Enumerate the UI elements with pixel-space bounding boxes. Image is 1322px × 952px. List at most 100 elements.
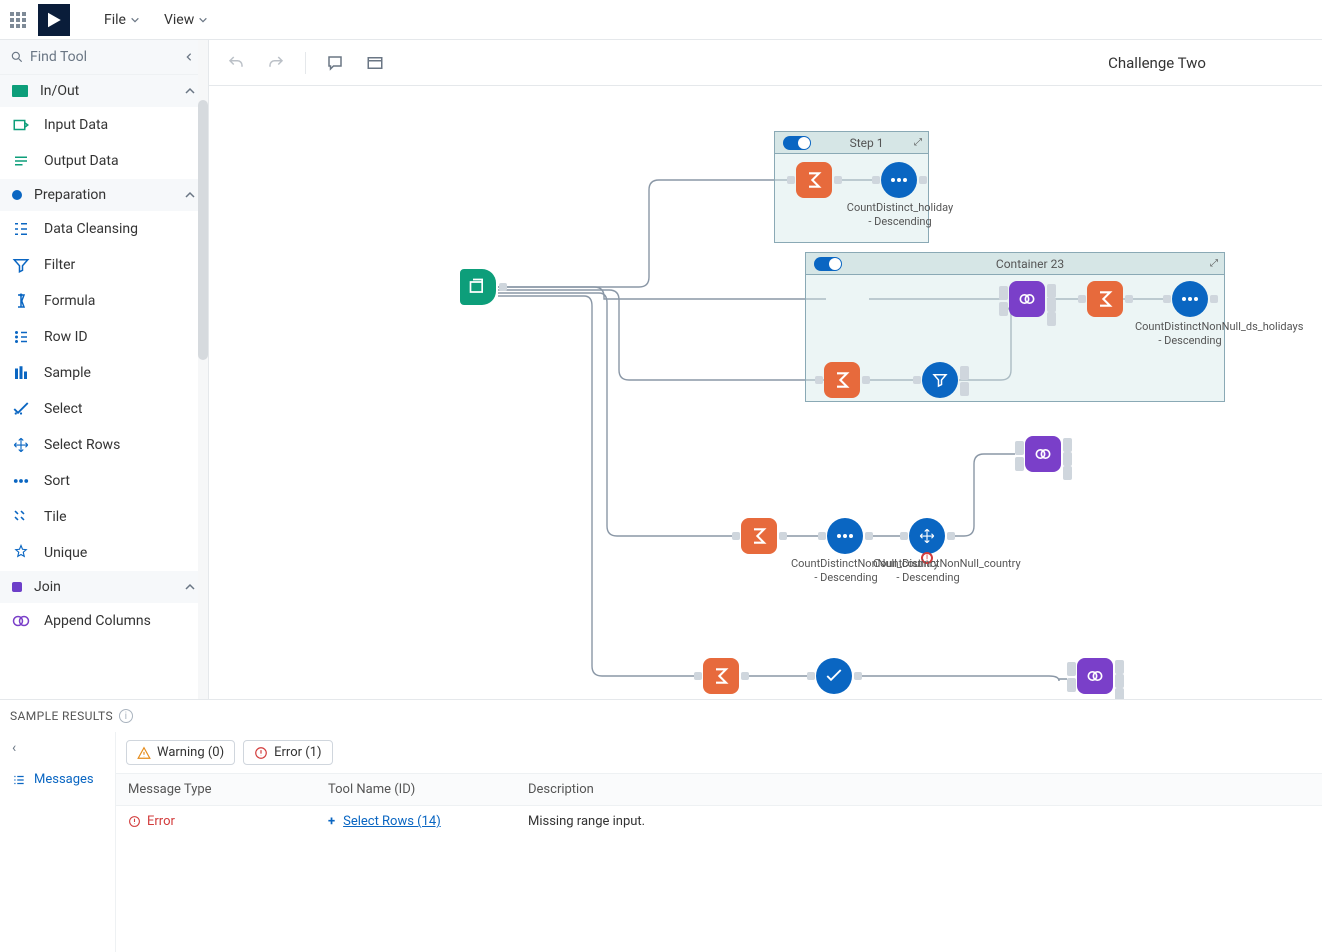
anchor-in[interactable]	[1067, 662, 1076, 676]
tool-select-rows[interactable]: Select Rows	[0, 427, 208, 463]
anchor-out[interactable]	[1115, 660, 1124, 674]
anchor-out[interactable]	[1047, 284, 1056, 298]
anchor-out[interactable]	[1063, 452, 1072, 466]
node-join[interactable]	[1025, 436, 1061, 472]
anchor-in[interactable]	[913, 376, 921, 384]
anchor-out[interactable]	[854, 672, 862, 680]
error-chip-label: Error (1)	[274, 745, 321, 760]
messages-tab[interactable]: Messages	[6, 766, 109, 793]
tool-select[interactable]: Select	[0, 391, 208, 427]
anchor-in[interactable]	[787, 176, 795, 184]
anchor-out[interactable]	[865, 532, 873, 540]
anchor-in[interactable]	[1015, 457, 1024, 471]
anchor-out[interactable]	[779, 532, 787, 540]
tool-input-data[interactable]: Input Data	[0, 107, 208, 143]
dot-icon	[12, 190, 22, 200]
anchor-out[interactable]	[834, 176, 842, 184]
node-sort[interactable]	[827, 518, 863, 554]
anchor-out[interactable]	[1063, 466, 1072, 480]
anchor-out[interactable]	[1063, 438, 1072, 452]
tool-sample[interactable]: Sample	[0, 355, 208, 391]
node-join[interactable]	[1077, 658, 1113, 694]
scrollbar-thumb[interactable]	[198, 100, 208, 360]
node-label: CountDistinct_holiday - Descending	[845, 201, 955, 229]
category-in-out[interactable]: In/Out	[0, 75, 208, 107]
anchor-out[interactable]	[960, 382, 969, 396]
tool-unique[interactable]: Unique	[0, 535, 208, 571]
tool-output-data[interactable]: Output Data	[0, 143, 208, 179]
anchor-in[interactable]	[872, 176, 880, 184]
anchor-in[interactable]	[694, 672, 702, 680]
anchor-out[interactable]	[741, 672, 749, 680]
anchor-in[interactable]	[807, 672, 815, 680]
node-join[interactable]	[1009, 281, 1045, 317]
anchor-out[interactable]	[1115, 674, 1124, 688]
workflow-canvas[interactable]: Step 1 ⤢ CountDistinct_holiday - Descend…	[209, 86, 1322, 699]
anchor-in[interactable]	[900, 532, 908, 540]
node-filter[interactable]	[922, 362, 958, 398]
anchor-out[interactable]	[1115, 688, 1124, 699]
anchor-out[interactable]	[960, 366, 969, 380]
node-select-rows[interactable]	[909, 518, 945, 554]
anchor-out[interactable]	[1047, 298, 1056, 312]
anchor-in[interactable]	[1163, 295, 1171, 303]
tool-row-id[interactable]: Row ID	[0, 319, 208, 355]
anchor-in[interactable]	[1078, 295, 1086, 303]
container-toggle[interactable]	[814, 257, 842, 271]
anchor-out[interactable]	[919, 176, 927, 184]
warning-chip[interactable]: Warning (0)	[126, 740, 235, 765]
message-tool-link[interactable]: Select Rows (14)	[343, 814, 441, 829]
info-icon[interactable]: i	[119, 709, 133, 723]
collapse-icon[interactable]: ⤢	[914, 137, 922, 148]
error-chip[interactable]: Error (1)	[243, 740, 332, 765]
category-join[interactable]: Join	[0, 571, 208, 603]
anchor-in[interactable]	[1015, 441, 1024, 455]
anchor-in[interactable]	[999, 286, 1008, 300]
menu-view[interactable]: View	[156, 6, 216, 34]
app-logo[interactable]	[38, 4, 70, 36]
tool-formula[interactable]: Formula	[0, 283, 208, 319]
anchor-in[interactable]	[815, 376, 823, 384]
tool-filter[interactable]: Filter	[0, 247, 208, 283]
anchor-out[interactable]	[1125, 295, 1133, 303]
anchor-in[interactable]	[999, 302, 1008, 316]
anchor-in[interactable]	[732, 532, 740, 540]
expand-icon[interactable]: +	[328, 814, 335, 829]
collapse-sidebar-button[interactable]	[180, 48, 198, 66]
results-collapse-button[interactable]: ‹	[6, 740, 22, 756]
node-select[interactable]	[816, 658, 852, 694]
anchor-out[interactable]	[499, 283, 507, 291]
find-tool-input[interactable]: Find Tool	[10, 49, 172, 65]
node-summarize[interactable]	[703, 658, 739, 694]
menu-file[interactable]: File	[96, 6, 148, 34]
tool-label: Tile	[44, 509, 67, 525]
tool-append-columns[interactable]: Append Columns	[0, 603, 208, 639]
anchor-in[interactable]	[1067, 678, 1076, 692]
anchor-out[interactable]	[1047, 312, 1056, 326]
container-button[interactable]	[364, 52, 386, 74]
tool-data-cleansing[interactable]: Data Cleansing	[0, 211, 208, 247]
col-description: Description	[528, 782, 1310, 797]
anchor-out[interactable]	[1210, 295, 1218, 303]
node-summarize[interactable]	[1087, 281, 1123, 317]
tool-sort[interactable]: Sort	[0, 463, 208, 499]
comment-button[interactable]	[324, 52, 346, 74]
undo-button[interactable]	[225, 52, 247, 74]
anchor-out[interactable]	[947, 532, 955, 540]
node-summarize[interactable]	[741, 518, 777, 554]
category-preparation[interactable]: Preparation	[0, 179, 208, 211]
message-row[interactable]: Error + Select Rows (14) Missing range i…	[116, 806, 1322, 837]
node-input-data[interactable]	[460, 269, 496, 305]
container-toggle[interactable]	[783, 136, 811, 150]
node-summarize[interactable]	[824, 362, 860, 398]
anchor-in[interactable]	[818, 532, 826, 540]
node-summarize[interactable]	[796, 162, 832, 198]
redo-button[interactable]	[265, 52, 287, 74]
collapse-icon[interactable]: ⤢	[1210, 258, 1218, 269]
apps-grid-icon[interactable]	[8, 10, 30, 30]
node-sort[interactable]	[881, 162, 917, 198]
tool-tile[interactable]: Tile	[0, 499, 208, 535]
node-sort[interactable]	[1172, 281, 1208, 317]
tool-label: Data Cleansing	[44, 221, 138, 237]
anchor-out[interactable]	[862, 376, 870, 384]
